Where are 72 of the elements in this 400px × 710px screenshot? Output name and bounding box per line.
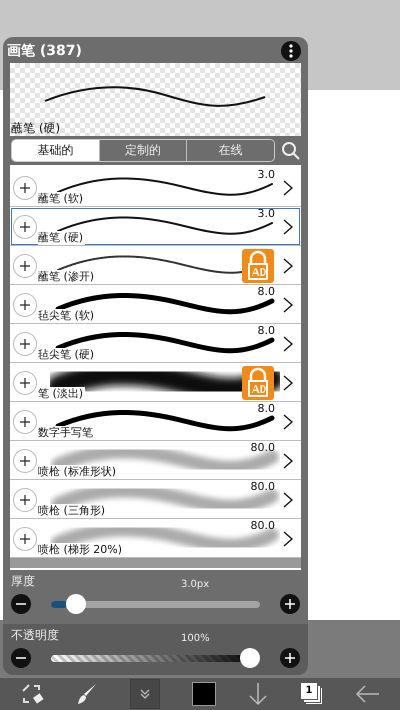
minus-icon[interactable] <box>11 648 31 668</box>
brush-name: 蘸笔 (渗开) <box>38 270 96 284</box>
plus-icon[interactable] <box>280 594 300 614</box>
chevron-right-icon[interactable] <box>283 492 293 508</box>
chevron-right-icon[interactable] <box>283 453 293 469</box>
brush-row[interactable]: 毡尖笔 (软) 8.0 <box>10 285 301 324</box>
brush-name: 蘸笔 (硬) <box>38 231 86 245</box>
brush-name: 数字手写笔 <box>38 426 95 440</box>
arrow-down-icon[interactable] <box>248 682 268 706</box>
brush-name: 毡尖笔 (软) <box>38 309 96 323</box>
color-swatch[interactable] <box>192 682 216 706</box>
brush-row[interactable]: 蘸笔 (软) 3.0 <box>10 168 301 207</box>
brush-icon[interactable] <box>76 682 98 706</box>
opacity-label: 不透明度 <box>11 627 60 644</box>
add-icon[interactable] <box>13 254 37 278</box>
tab[interactable]: 基础的 <box>12 140 99 161</box>
opacity-value: 100% <box>181 633 210 644</box>
add-icon[interactable] <box>13 488 37 512</box>
chevron-right-icon[interactable] <box>283 414 293 430</box>
thickness-slider[interactable] <box>51 594 260 614</box>
brush-row[interactable]: 数字手写笔 8.0 <box>10 402 301 441</box>
brush-size: 8.0 <box>258 324 275 337</box>
thickness-label: 厚度 <box>11 573 36 590</box>
brush-size: 80.0 <box>250 441 275 454</box>
chevron-right-icon[interactable] <box>283 375 293 391</box>
add-icon[interactable] <box>13 176 37 200</box>
chevron-right-icon[interactable] <box>283 180 293 196</box>
back-arrow-icon[interactable] <box>356 685 380 703</box>
transform-icon[interactable] <box>20 683 44 705</box>
brush-row[interactable]: 蘸笔 (硬) 3.0 <box>10 207 301 246</box>
minus-icon[interactable] <box>11 594 31 614</box>
brush-size: 80.0 <box>250 480 275 493</box>
chevron-right-icon[interactable] <box>283 258 293 274</box>
add-icon[interactable] <box>13 332 37 356</box>
search-icon[interactable] <box>281 140 301 160</box>
brush-name: 笔 (淡出) <box>38 387 86 401</box>
brush-row[interactable]: 喷枪 (标准形状) 80.0 <box>10 441 301 480</box>
opacity-slider[interactable] <box>51 648 260 668</box>
more-icon[interactable] <box>281 41 301 61</box>
brush-size: 3.0 <box>258 168 275 181</box>
add-icon[interactable] <box>13 527 37 551</box>
collapse-button[interactable] <box>130 679 160 709</box>
brush-row[interactable]: 毡尖笔 (硬) 8.0 <box>10 324 301 363</box>
add-icon[interactable] <box>13 449 37 473</box>
brush-row[interactable]: 喷枪 (三角形) 80.0 <box>10 480 301 519</box>
chevron-right-icon[interactable] <box>283 297 293 313</box>
add-icon[interactable] <box>13 215 37 239</box>
brush-name: 喷枪 (梯形 20%) <box>38 543 124 557</box>
brush-row[interactable]: 笔 (淡出) <box>10 363 301 402</box>
add-icon[interactable] <box>13 410 37 434</box>
brush-name: 毡尖笔 (硬) <box>38 348 96 362</box>
brush-size: 80.0 <box>250 519 275 532</box>
brush-size: 3.0 <box>258 207 275 220</box>
layers-button[interactable]: 1 <box>300 682 324 706</box>
chevron-right-icon[interactable] <box>283 219 293 235</box>
thickness-value: 3.0px <box>181 579 210 590</box>
brush-size: 8.0 <box>258 285 275 298</box>
brush-name: 蘸笔 (软) <box>38 192 86 206</box>
double-chevron-icon <box>139 688 151 700</box>
brush-row[interactable]: 喷枪 (梯形 20%) 80.0 <box>10 519 301 558</box>
tab[interactable]: 在线 <box>186 140 274 161</box>
brush-name: 喷枪 (三角形) <box>38 504 108 518</box>
brush-name: 喷枪 (标准形状) <box>38 465 118 479</box>
brush-name: 蘸笔 (硬) <box>10 121 62 136</box>
plus-icon[interactable] <box>280 648 300 668</box>
brush-row[interactable]: 蘸笔 (渗开) <box>10 246 301 285</box>
panel-title: 画笔 (387) <box>7 42 82 60</box>
add-icon[interactable] <box>13 371 37 395</box>
chevron-right-icon[interactable] <box>283 336 293 352</box>
add-icon[interactable] <box>13 293 37 317</box>
brush-size: 8.0 <box>258 402 275 415</box>
chevron-right-icon[interactable] <box>283 531 293 547</box>
